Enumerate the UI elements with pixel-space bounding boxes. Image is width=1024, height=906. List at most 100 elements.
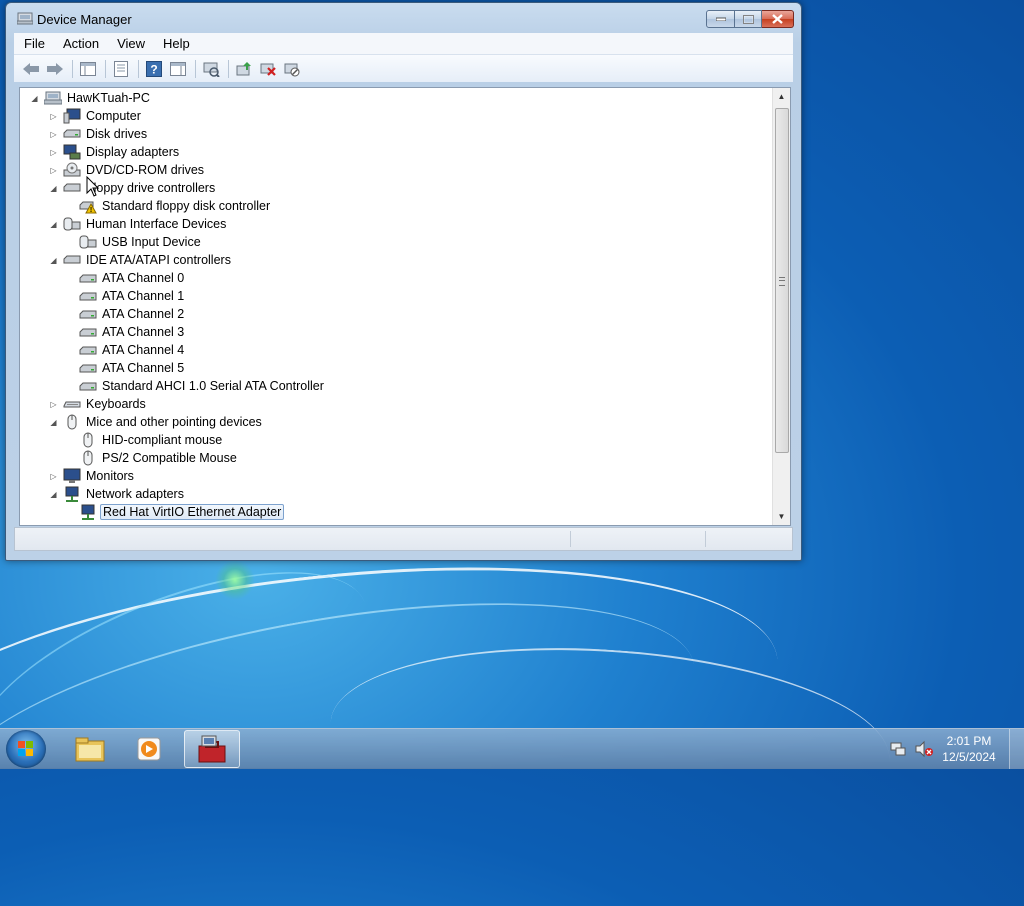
tree-item-mice[interactable]: ◢ Mice and other pointing devices	[49, 413, 264, 431]
dvd-drive-icon	[63, 162, 81, 178]
scroll-down-button[interactable]: ▼	[773, 508, 790, 525]
tree-item-ata2[interactable]: ATA Channel 2	[79, 305, 186, 323]
minimize-button[interactable]	[706, 10, 735, 28]
scroll-up-button[interactable]: ▲	[773, 88, 790, 105]
collapsed-arrow-icon[interactable]: ▷	[49, 166, 58, 175]
expanded-arrow-icon[interactable]: ◢	[30, 94, 39, 103]
tree-item-label: ATA Channel 0	[102, 271, 185, 285]
tree-item-redhat-virtio[interactable]: Red Hat VirtIO Ethernet Adapter	[79, 503, 285, 521]
expanded-arrow-icon[interactable]: ◢	[49, 184, 58, 193]
taskbar-explorer-button[interactable]	[62, 730, 118, 768]
show-desktop-button[interactable]	[1009, 729, 1024, 769]
expanded-arrow-icon[interactable]: ◢	[49, 490, 58, 499]
device-tree: ◢ HawKTuah-PC ▷ Computer ▷ Disk drives ▷…	[20, 88, 773, 525]
tree-item-disk-drives[interactable]: ▷ Disk drives	[49, 125, 149, 143]
expanded-arrow-icon[interactable]: ◢	[49, 418, 58, 427]
scroll-grip-icon	[779, 277, 785, 286]
tree-item-label: Human Interface Devices	[86, 217, 227, 231]
ata-channel-icon	[79, 360, 97, 376]
disable-button[interactable]	[281, 58, 303, 80]
tree-item-label-selected: Red Hat VirtIO Ethernet Adapter	[100, 504, 285, 520]
collapsed-arrow-icon[interactable]: ▷	[49, 112, 58, 121]
close-button[interactable]	[762, 10, 794, 28]
tree-item-label: Mice and other pointing devices	[86, 415, 262, 429]
tree-item-monitors[interactable]: ▷ Monitors	[49, 467, 136, 485]
taskbar-media-player-button[interactable]	[122, 730, 178, 768]
help-button[interactable]: ?	[143, 58, 165, 80]
back-button[interactable]	[20, 58, 42, 80]
tree-item-display-adapters[interactable]: ▷ Display adapters	[49, 143, 181, 161]
tree-item-ata5[interactable]: ATA Channel 5	[79, 359, 186, 377]
uninstall-icon	[260, 63, 276, 76]
network-tray-icon[interactable]	[890, 741, 906, 757]
forward-button[interactable]	[44, 58, 66, 80]
tree-item-label: ATA Channel 4	[102, 343, 185, 357]
maximize-button[interactable]	[735, 10, 762, 28]
taskbar: 2:01 PM 12/5/2024	[0, 728, 1024, 769]
mouse-cursor-icon	[86, 176, 100, 197]
collapsed-arrow-icon[interactable]: ▷	[49, 472, 58, 481]
status-bar	[14, 527, 793, 551]
uninstall-button[interactable]	[257, 58, 279, 80]
collapsed-arrow-icon[interactable]: ▷	[49, 148, 58, 157]
menu-file[interactable]: File	[14, 36, 53, 51]
ata-channel-icon	[79, 288, 97, 304]
tree-item-hid[interactable]: ◢ Human Interface Devices	[49, 215, 228, 233]
tree-item-floppy-controllers[interactable]: ◢ Floppy drive controllers	[49, 179, 217, 197]
action-pane-button[interactable]	[167, 58, 189, 80]
computer-icon	[63, 108, 81, 124]
title-bar[interactable]: Device Manager	[6, 3, 801, 33]
start-button[interactable]	[6, 730, 46, 768]
ata-channel-icon	[79, 306, 97, 322]
tree-item-ata4[interactable]: ATA Channel 4	[79, 341, 186, 359]
tree-item-ps2-mouse[interactable]: PS/2 Compatible Mouse	[79, 449, 239, 467]
wallpaper-swoosh	[0, 527, 396, 835]
tree-item-label: ATA Channel 2	[102, 307, 185, 321]
window-title: Device Manager	[37, 12, 132, 27]
status-bar-divider	[705, 531, 706, 547]
tree-item-ata0[interactable]: ATA Channel 0	[79, 269, 186, 287]
expanded-arrow-icon[interactable]: ◢	[49, 220, 58, 229]
tree-item-dvd-drives[interactable]: ▷ DVD/CD-ROM drives	[49, 161, 206, 179]
tree-item-ata3[interactable]: ATA Channel 3	[79, 323, 186, 341]
tree-root-label: HawKTuah-PC	[67, 91, 150, 105]
tree-item-label: HID-compliant mouse	[102, 433, 223, 447]
scan-hardware-button[interactable]	[200, 58, 222, 80]
expanded-arrow-icon[interactable]: ◢	[49, 256, 58, 265]
tree-root[interactable]: ◢ HawKTuah-PC	[30, 89, 152, 107]
properties-button[interactable]	[110, 58, 132, 80]
show-hide-tree-button[interactable]	[77, 58, 99, 80]
tree-item-ata1[interactable]: ATA Channel 1	[79, 287, 186, 305]
usb-input-icon	[79, 234, 97, 250]
ata-channel-icon	[79, 270, 97, 286]
tree-item-ide-controllers[interactable]: ◢ IDE ATA/ATAPI controllers	[49, 251, 233, 269]
update-driver-button[interactable]	[233, 58, 255, 80]
collapsed-arrow-icon[interactable]: ▷	[49, 400, 58, 409]
tree-item-hid-mouse[interactable]: HID-compliant mouse	[79, 431, 224, 449]
tree-item-label: ATA Channel 3	[102, 325, 185, 339]
collapsed-arrow-icon[interactable]: ▷	[49, 130, 58, 139]
tree-item-standard-floppy[interactable]: ! Standard floppy disk controller	[79, 197, 272, 215]
tree-item-ahci[interactable]: Standard AHCI 1.0 Serial ATA Controller	[79, 377, 326, 395]
menu-view[interactable]: View	[107, 36, 153, 51]
toolbar-separator	[105, 59, 106, 78]
menu-help[interactable]: Help	[153, 36, 198, 51]
scan-hardware-icon	[203, 62, 220, 77]
show-hide-tree-icon	[80, 61, 96, 76]
tree-item-network-adapters[interactable]: ◢ Network adapters	[49, 485, 186, 503]
update-driver-icon	[236, 61, 251, 75]
volume-muted-icon[interactable]	[914, 740, 934, 758]
disable-icon	[284, 63, 300, 76]
clock[interactable]: 2:01 PM 12/5/2024	[939, 733, 999, 765]
tree-item-computer[interactable]: ▷ Computer	[49, 107, 143, 125]
menu-action[interactable]: Action	[53, 36, 107, 51]
scroll-thumb[interactable]	[775, 108, 789, 453]
toolbar-separator	[72, 59, 73, 78]
tree-item-usb-input[interactable]: USB Input Device	[79, 233, 203, 251]
vertical-scrollbar[interactable]: ▲ ▼	[772, 88, 790, 525]
taskbar-device-manager-button[interactable]	[184, 730, 240, 768]
tree-item-label: Monitors	[86, 469, 134, 483]
disk-drive-icon	[63, 126, 81, 142]
mouse-icon	[79, 432, 97, 448]
tree-item-keyboards[interactable]: ▷ Keyboards	[49, 395, 148, 413]
